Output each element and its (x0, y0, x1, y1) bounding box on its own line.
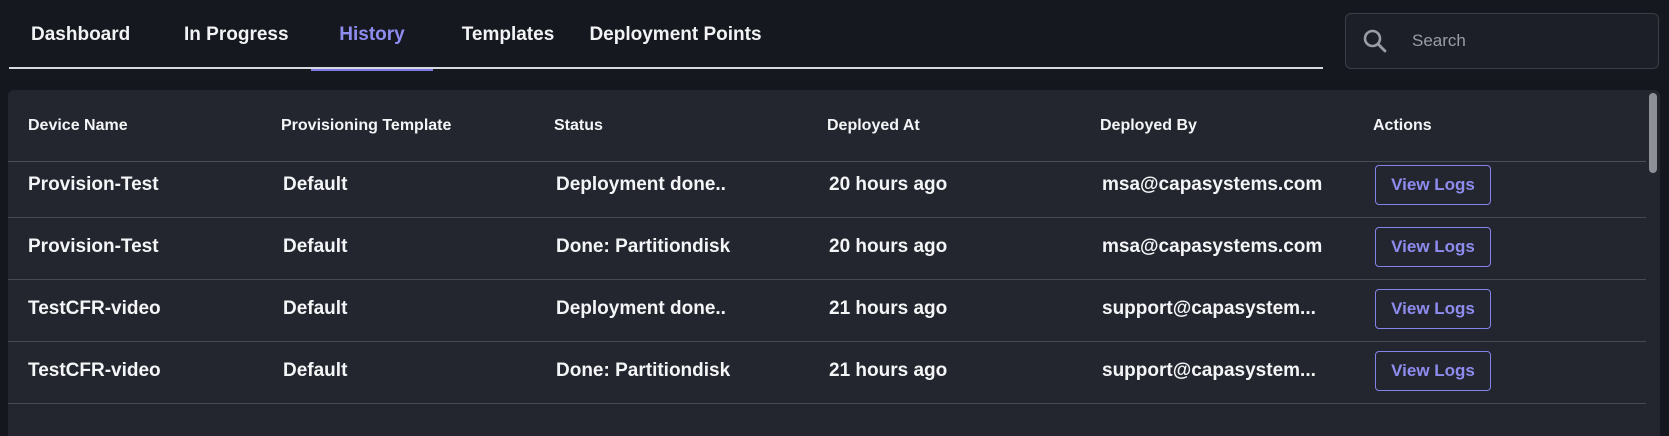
device-name-cell: TestCFR-video (28, 359, 161, 381)
search-icon (1360, 26, 1390, 56)
column-header-deployed-by[interactable]: Deployed By (1099, 117, 1372, 135)
deployed-at-cell: 20 hours ago (829, 173, 948, 195)
column-header-device-name[interactable]: Device Name (8, 117, 280, 135)
status-cell: Deployment done.. (556, 173, 726, 195)
view-logs-button[interactable]: View Logs (1375, 350, 1491, 391)
deployed-at-cell: 21 hours ago (829, 359, 948, 381)
tab-dashboard[interactable]: Dashboard (9, 0, 174, 69)
template-cell: Default (283, 297, 348, 319)
deployed-by-cell: support@capasystem... (1102, 297, 1316, 319)
device-name-cell: Provision-Test (28, 173, 159, 195)
tab-in-progress[interactable]: In Progress (174, 0, 311, 69)
table-row: Provision-Test Default Done: Partitiondi… (8, 214, 1646, 280)
history-table: Device Name Provisioning Template Status… (8, 90, 1660, 436)
vertical-scrollbar[interactable] (1646, 90, 1660, 436)
deployed-by-cell: support@capasystem... (1102, 359, 1316, 381)
template-cell: Default (283, 235, 348, 257)
search-box[interactable] (1345, 13, 1659, 69)
actions-cell: View Logs (1372, 350, 1646, 391)
device-name-cell: Provision-Test (28, 235, 159, 257)
deployed-at-cell: 21 hours ago (829, 297, 948, 319)
tab-history[interactable]: History (311, 0, 433, 71)
table-row: TestCFR-video Default Done: Partitiondis… (8, 338, 1646, 404)
view-logs-button[interactable]: View Logs (1375, 226, 1491, 267)
status-cell: Done: Partitiondisk (556, 235, 731, 257)
status-cell: Deployment done.. (556, 297, 726, 319)
column-header-actions: Actions (1373, 116, 1432, 134)
scrollbar-thumb[interactable] (1649, 93, 1657, 173)
actions-cell: View Logs (1372, 226, 1646, 267)
table-row: TestCFR-video Default Deployment done.. … (8, 276, 1646, 342)
deployed-at-cell: 20 hours ago (829, 235, 948, 257)
tab-templates[interactable]: Templates (433, 0, 583, 69)
table-row: Provision-Test Default Deployment done..… (8, 152, 1646, 218)
tab-deployment-points[interactable]: Deployment Points (583, 0, 768, 69)
template-cell: Default (283, 173, 348, 195)
actions-cell: View Logs (1372, 288, 1646, 329)
template-cell: Default (283, 359, 348, 381)
view-logs-button[interactable]: View Logs (1375, 288, 1491, 329)
search-input[interactable] (1412, 31, 1642, 51)
column-header-status[interactable]: Status (553, 117, 826, 135)
tab-bar: Dashboard In Progress History Templates … (9, 0, 1323, 71)
deployed-by-cell: msa@capasystems.com (1102, 173, 1323, 195)
column-header-provisioning-template[interactable]: Provisioning Template (280, 117, 553, 135)
column-header-deployed-at[interactable]: Deployed At (826, 117, 1099, 135)
actions-cell: View Logs (1372, 164, 1646, 205)
status-cell: Done: Partitiondisk (556, 359, 731, 381)
view-logs-button[interactable]: View Logs (1375, 164, 1491, 205)
device-name-cell: TestCFR-video (28, 297, 161, 319)
top-navigation: Dashboard In Progress History Templates … (0, 0, 1669, 80)
deployed-by-cell: msa@capasystems.com (1102, 235, 1323, 257)
